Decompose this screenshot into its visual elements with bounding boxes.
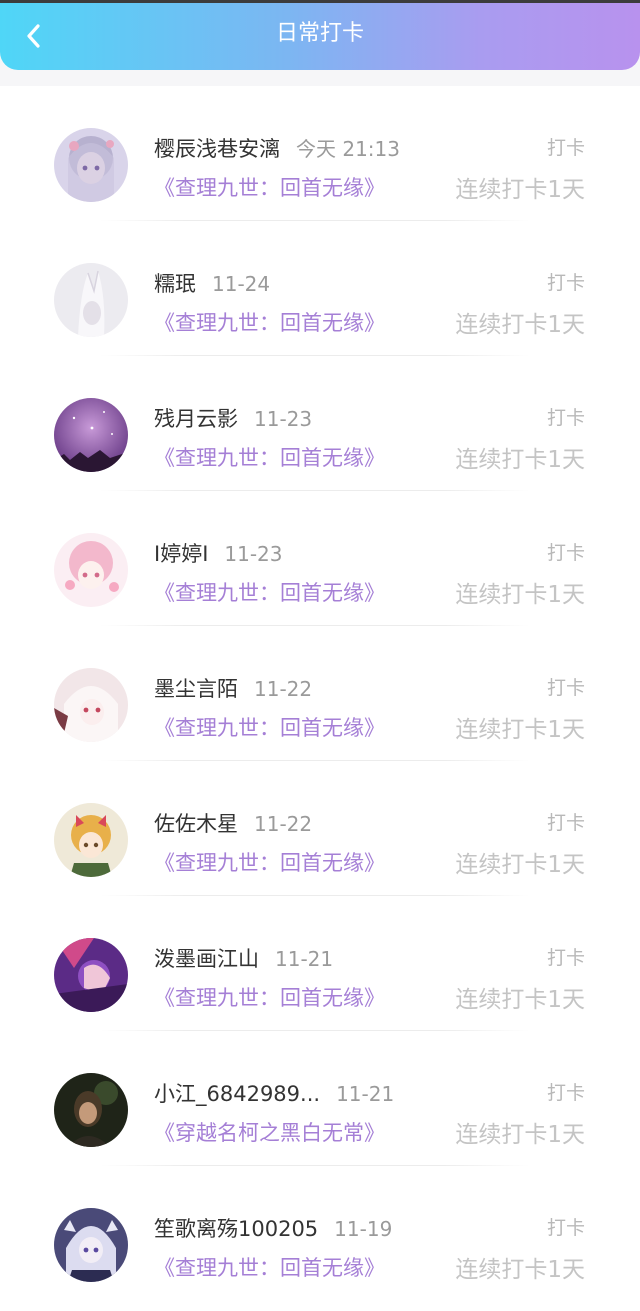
username[interactable]: 小江_6842989... 11-21 [154,1078,394,1108]
avatar[interactable] [54,938,128,1012]
checkin-list: 樱辰浅巷安漓 今天 21:13 打卡 《查理九世：回首无缘》 连续打卡1天 糯珉 1… [0,86,640,1311]
book-title-link[interactable]: 《穿越名柯之黑白无常》 [154,1117,385,1147]
streak-text: 连续打卡1天 [455,1122,585,1148]
checkin-action-label: 打卡 [546,1082,585,1104]
checkin-action-label: 打卡 [546,272,585,294]
avatar-image [54,803,128,877]
username[interactable]: 墨尘言陌 11-22 [154,673,312,703]
checkin-action-label: 打卡 [546,1217,585,1239]
header-bar: 日常打卡 [0,3,640,70]
book-title-link[interactable]: 《查理九世：回首无缘》 [154,577,385,607]
list-item[interactable]: 泼墨画江山 11-21 打卡 《查理九世：回首无缘》 连续打卡1天 [0,896,640,1031]
checkin-date: 11-23 [254,407,313,431]
username[interactable]: 泼墨画江山 11-21 [154,943,333,973]
book-title-link[interactable]: 《查理九世：回首无缘》 [154,442,385,472]
book-title-link[interactable]: 《查理九世：回首无缘》 [154,712,385,742]
streak-text: 连续打卡1天 [455,717,585,743]
avatar-image [54,668,128,742]
avatar[interactable] [54,533,128,607]
checkin-date: 11-22 [254,677,313,701]
streak-text: 连续打卡1天 [455,447,585,473]
username[interactable]: 残月云影 11-23 [154,403,312,433]
avatar[interactable] [54,803,128,877]
avatar-image [54,128,128,202]
checkin-date: 11-23 [224,542,283,566]
checkin-date: 今天 21:13 [296,137,400,161]
checkin-date: 11-21 [275,947,334,971]
checkin-action-label: 打卡 [546,407,585,429]
avatar-image [54,938,128,1012]
list-item[interactable]: 小江_6842989... 11-21 打卡 《穿越名柯之黑白无常》 连续打卡1天 [0,1031,640,1166]
username[interactable]: 樱辰浅巷安漓 今天 21:13 [154,133,400,163]
list-item[interactable]: 佐佐木星 11-22 打卡 《查理九世：回首无缘》 连续打卡1天 [0,761,640,896]
avatar-image [54,533,128,607]
streak-text: 连续打卡1天 [455,987,585,1013]
list-item[interactable]: 糯珉 11-24 打卡 《查理九世：回首无缘》 连续打卡1天 [0,221,640,356]
avatar[interactable] [54,398,128,472]
username[interactable]: 佐佐木星 11-22 [154,808,312,838]
book-title-link[interactable]: 《查理九世：回首无缘》 [154,847,385,877]
checkin-action-label: 打卡 [546,812,585,834]
streak-text: 连续打卡1天 [455,312,585,338]
checkin-date: 11-22 [254,812,313,836]
avatar[interactable] [54,668,128,742]
avatar-image [54,1073,128,1147]
list-item[interactable]: 残月云影 11-23 打卡 《查理九世：回首无缘》 连续打卡1天 [0,356,640,491]
streak-text: 连续打卡1天 [455,852,585,878]
checkin-action-label: 打卡 [546,677,585,699]
avatar[interactable] [54,1208,128,1282]
book-title-link[interactable]: 《查理九世：回首无缘》 [154,172,385,202]
avatar-image [54,1208,128,1282]
book-title-link[interactable]: 《查理九世：回首无缘》 [154,982,385,1012]
avatar-image [54,263,128,337]
avatar[interactable] [54,128,128,202]
username[interactable]: 糯珉 11-24 [154,268,270,298]
avatar[interactable] [54,1073,128,1147]
list-item[interactable]: 樱辰浅巷安漓 今天 21:13 打卡 《查理九世：回首无缘》 连续打卡1天 [0,86,640,221]
checkin-date: 11-19 [334,1217,393,1241]
checkin-date: 11-21 [336,1082,395,1106]
list-item[interactable]: 墨尘言陌 11-22 打卡 《查理九世：回首无缘》 连续打卡1天 [0,626,640,761]
page-title: 日常打卡 [275,21,364,46]
avatar[interactable] [54,263,128,337]
username[interactable]: 笙歌离殇100205 11-19 [154,1213,392,1243]
checkin-action-label: 打卡 [546,947,585,969]
streak-text: 连续打卡1天 [455,582,585,608]
checkin-action-label: 打卡 [546,137,585,159]
streak-text: 连续打卡1天 [455,1257,585,1283]
avatar-image [54,398,128,472]
streak-text: 连续打卡1天 [455,177,585,203]
checkin-action-label: 打卡 [546,542,585,564]
book-title-link[interactable]: 《查理九世：回首无缘》 [154,307,385,337]
username[interactable]: I婷婷I 11-23 [154,538,283,568]
book-title-link[interactable]: 《查理九世：回首无缘》 [154,1252,385,1282]
list-item[interactable]: 笙歌离殇100205 11-19 打卡 《查理九世：回首无缘》 连续打卡1天 [0,1166,640,1301]
checkin-date: 11-24 [212,272,271,296]
list-item[interactable]: I婷婷I 11-23 打卡 《查理九世：回首无缘》 连续打卡1天 [0,491,640,626]
